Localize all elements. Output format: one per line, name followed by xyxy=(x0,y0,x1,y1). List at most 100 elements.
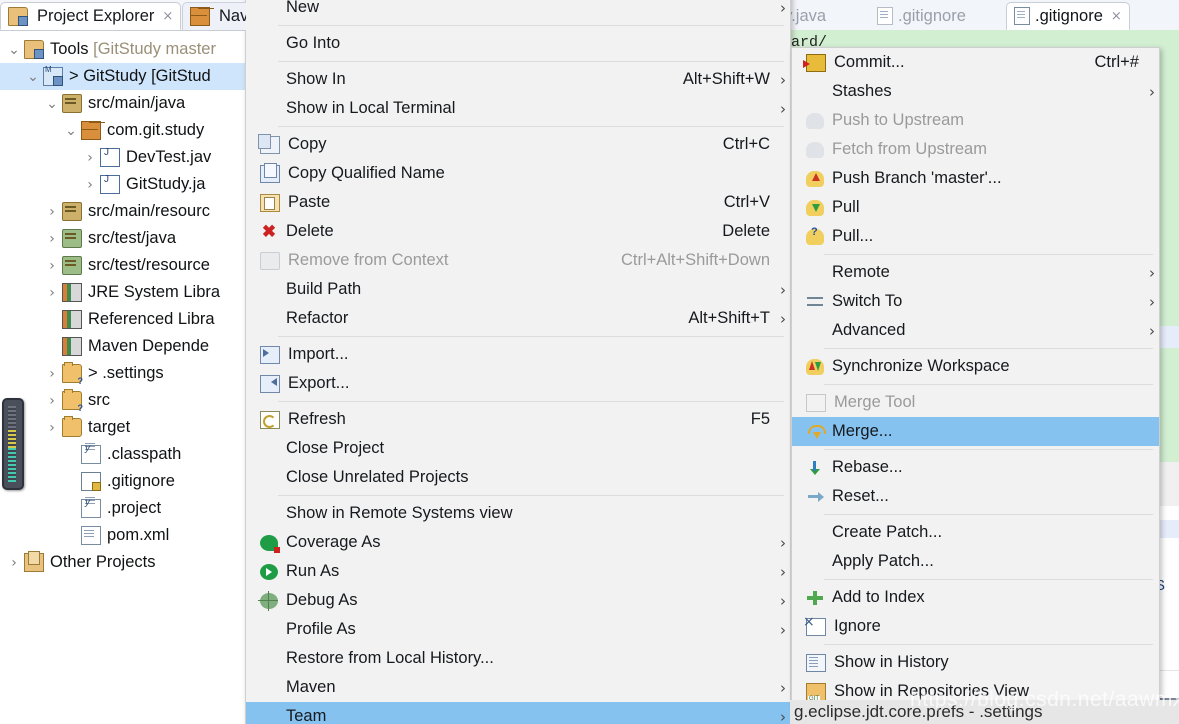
submenu-arrow-icon: › xyxy=(1149,82,1155,101)
close-icon[interactable]: ⨯ xyxy=(1111,8,1122,24)
menu-paste[interactable]: Paste Ctrl+V xyxy=(246,188,790,217)
menu-new[interactable]: New › xyxy=(246,0,790,22)
tree-item[interactable]: › src xyxy=(0,387,246,414)
team-submenu[interactable]: Commit... Ctrl+# Stashes › Push to Upstream F… xyxy=(791,47,1160,724)
team-fetch-from-upstream: Fetch from Upstream xyxy=(792,135,1159,164)
editor-tab-gitignore-2[interactable]: .gitignore ⨯ xyxy=(1006,2,1130,30)
chevron-down-icon[interactable]: ⌄ xyxy=(42,96,62,112)
editor-tab-gitignore-1[interactable]: .gitignore xyxy=(870,2,973,30)
menu-item-label: Push Branch 'master'... xyxy=(832,169,1002,187)
menu-show-in-local-terminal[interactable]: Show in Local Terminal › xyxy=(246,94,790,123)
close-icon[interactable]: ⨯ xyxy=(162,8,173,24)
chevron-right-icon[interactable]: › xyxy=(4,555,24,571)
team-create-patch[interactable]: Create Patch... xyxy=(792,518,1159,547)
team-advanced[interactable]: Advanced › xyxy=(792,316,1159,345)
team-reset[interactable]: Reset... xyxy=(792,482,1159,511)
tree-item[interactable]: ⌄ com.git.study xyxy=(0,117,246,144)
chevron-right-icon[interactable]: › xyxy=(42,420,62,436)
tree-item[interactable]: › GitStudy.ja xyxy=(0,171,246,198)
team-stashes[interactable]: Stashes › xyxy=(792,77,1159,106)
menu-maven[interactable]: Maven › xyxy=(246,673,790,702)
team-apply-patch[interactable]: Apply Patch... xyxy=(792,547,1159,576)
menu-show-in[interactable]: Show In Alt+Shift+W › xyxy=(246,65,790,94)
tree-item-label: Other Projects xyxy=(50,553,156,571)
menu-restore-from-local-history[interactable]: Restore from Local History... xyxy=(246,644,790,673)
scroll-minimap-widget[interactable] xyxy=(2,398,24,490)
tree-item[interactable]: ⌄ Tools [GitStudy master xyxy=(0,36,246,63)
tree-item[interactable]: › target xyxy=(0,414,246,441)
file-icon xyxy=(1014,7,1030,25)
menu-debug-as[interactable]: Debug As › xyxy=(246,586,790,615)
team-push-branch-master[interactable]: Push Branch 'master'... xyxy=(792,164,1159,193)
chevron-down-icon[interactable]: ⌄ xyxy=(23,69,43,85)
menu-go-into[interactable]: Go Into xyxy=(246,29,790,58)
chevron-right-icon[interactable]: › xyxy=(80,150,100,166)
tab-navigator[interactable]: Nav xyxy=(182,2,246,30)
team-merge[interactable]: Merge... xyxy=(792,417,1159,446)
chevron-right-icon[interactable]: › xyxy=(42,204,62,220)
team-ignore[interactable]: Ignore xyxy=(792,612,1159,641)
tree-item[interactable]: .gitignore xyxy=(0,468,246,495)
tree-item[interactable]: pom.xml xyxy=(0,522,246,549)
tree-item[interactable]: .classpath xyxy=(0,441,246,468)
tree-item[interactable]: › src/main/resourc xyxy=(0,198,246,225)
tree-item[interactable]: › JRE System Libra xyxy=(0,279,246,306)
tree-item[interactable]: › > .settings xyxy=(0,360,246,387)
team-pull[interactable]: Pull xyxy=(792,193,1159,222)
tree-item[interactable]: › Other Projects xyxy=(0,549,246,576)
team-remote[interactable]: Remote › xyxy=(792,258,1159,287)
tree-item[interactable]: › src/test/resource xyxy=(0,252,246,279)
tree-item[interactable]: › src/test/java xyxy=(0,225,246,252)
team-synchronize-workspace[interactable]: Synchronize Workspace xyxy=(792,352,1159,381)
menu-team[interactable]: Team › xyxy=(246,702,790,724)
menu-icon-placeholder xyxy=(260,0,278,16)
tree-item-label: src/main/java xyxy=(88,94,186,112)
menu-close-unrelated-projects[interactable]: Close Unrelated Projects xyxy=(246,463,790,492)
menu-item-label: Profile As xyxy=(286,620,356,638)
menu-copy[interactable]: Copy Ctrl+C xyxy=(246,130,790,159)
project-tree[interactable]: ⌄ Tools [GitStudy master ⌄ > GitStudy [GitS… xyxy=(0,30,246,724)
lib-icon xyxy=(62,283,82,302)
menu-refactor[interactable]: Refactor Alt+Shift+T › xyxy=(246,304,790,333)
menu-delete[interactable]: ✖ Delete Delete xyxy=(246,217,790,246)
menu-close-project[interactable]: Close Project xyxy=(246,434,790,463)
copy-icon xyxy=(258,133,280,154)
team-switch-to[interactable]: Switch To › xyxy=(792,287,1159,316)
chevron-right-icon[interactable]: › xyxy=(42,258,62,274)
chevron-right-icon[interactable]: › xyxy=(80,177,100,193)
menu-import[interactable]: Import... xyxy=(246,340,790,369)
tree-item[interactable]: ⌄ src/main/java xyxy=(0,90,246,117)
chevron-down-icon[interactable]: ⌄ xyxy=(61,123,81,139)
tab-project-explorer[interactable]: Project Explorer ⨯ xyxy=(0,2,182,30)
chevron-right-icon[interactable]: › xyxy=(42,366,62,382)
team-rebase[interactable]: Rebase... xyxy=(792,453,1159,482)
menu-refresh[interactable]: Refresh F5 xyxy=(246,405,790,434)
tree-item[interactable]: .project xyxy=(0,495,246,522)
tree-item[interactable]: Referenced Libra xyxy=(0,306,246,333)
menu-build-path[interactable]: Build Path › xyxy=(246,275,790,304)
project-context-menu[interactable]: New › Go Into Show In Alt+Shift+W › Show in Lo… xyxy=(245,0,791,724)
menu-run-as[interactable]: Run As › xyxy=(246,557,790,586)
tree-item[interactable]: ⌄ > GitStudy [GitStud xyxy=(0,63,246,90)
menu-copy-qualified-name[interactable]: Copy Qualified Name xyxy=(246,159,790,188)
menu-show-in-remote-systems-view[interactable]: Show in Remote Systems view xyxy=(246,499,790,528)
chevron-down-icon[interactable]: ⌄ xyxy=(4,42,24,58)
menu-export[interactable]: Export... xyxy=(246,369,790,398)
tree-item[interactable]: Maven Depende xyxy=(0,333,246,360)
menu-item-label: Show In xyxy=(286,70,346,88)
repo-icon xyxy=(806,682,826,702)
tree-item-label: .gitignore xyxy=(107,472,175,490)
tree-item[interactable]: › DevTest.jav xyxy=(0,144,246,171)
menu-profile-as[interactable]: Profile As › xyxy=(246,615,790,644)
chevron-right-icon[interactable]: › xyxy=(42,285,62,301)
team-commit[interactable]: Commit... Ctrl+# xyxy=(792,48,1159,77)
menu-coverage-as[interactable]: Coverage As › xyxy=(246,528,790,557)
chevron-right-icon[interactable]: › xyxy=(42,393,62,409)
copyq-icon xyxy=(260,162,280,183)
chevron-right-icon[interactable]: › xyxy=(42,231,62,247)
team-show-in-history[interactable]: Show in History xyxy=(792,648,1159,677)
team-add-to-index[interactable]: Add to Index xyxy=(792,583,1159,612)
team-pull[interactable]: Pull... xyxy=(792,222,1159,251)
menu-icon-placeholder xyxy=(260,506,278,522)
menu-icon-placeholder xyxy=(260,470,278,486)
